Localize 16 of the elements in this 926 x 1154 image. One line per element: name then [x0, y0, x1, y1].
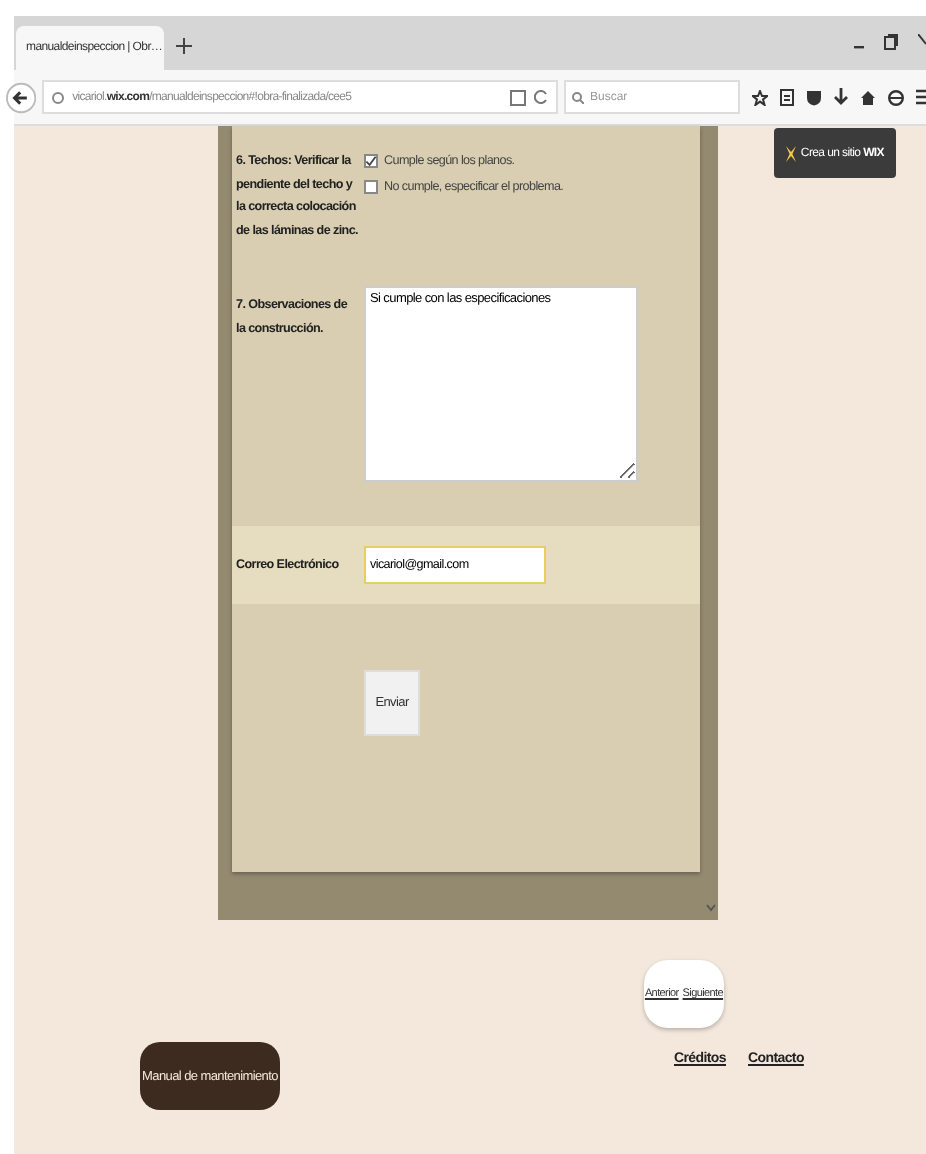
- home-icon[interactable]: [860, 89, 876, 105]
- minimize-icon[interactable]: [854, 46, 864, 50]
- menu-icon[interactable]: [916, 88, 926, 106]
- search-icon: [572, 92, 584, 104]
- reader-icon[interactable]: [510, 89, 526, 105]
- download-icon[interactable]: [834, 88, 848, 106]
- restore-icon[interactable]: [884, 34, 898, 50]
- shield-icon[interactable]: [806, 89, 822, 105]
- checkbox[interactable]: [364, 180, 378, 194]
- checkbox[interactable]: [364, 154, 378, 168]
- new-tab-icon[interactable]: [176, 38, 192, 54]
- back-icon[interactable]: [6, 81, 37, 113]
- info-icon[interactable]: [52, 89, 65, 105]
- star-icon[interactable]: [752, 89, 768, 105]
- reload-icon[interactable]: [534, 90, 548, 104]
- clipboard-icon[interactable]: [780, 88, 794, 106]
